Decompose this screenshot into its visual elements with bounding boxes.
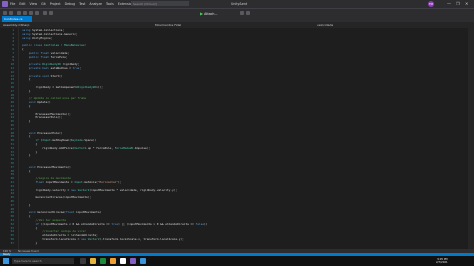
project-dropdown[interactable]: Assembly-CSharp bbox=[3, 23, 29, 27]
menu-debug[interactable]: Debug bbox=[65, 2, 75, 6]
redo-icon[interactable] bbox=[49, 11, 53, 15]
line-number: 57 bbox=[10, 240, 14, 245]
menu-test[interactable]: Test bbox=[79, 2, 85, 6]
task-view-icon[interactable] bbox=[80, 258, 86, 264]
spotify-icon[interactable] bbox=[100, 258, 106, 264]
code-text[interactable]: } bbox=[22, 241, 37, 246]
title-bar: File Edit View Git Project Debug Test An… bbox=[0, 0, 474, 8]
attach-label: Attach... bbox=[204, 11, 218, 16]
attach-button[interactable]: ▶ Attach... bbox=[200, 11, 217, 16]
tab-label: Controles.cs bbox=[4, 17, 23, 21]
open-folder-icon[interactable] bbox=[23, 11, 27, 15]
toolbar-extra-icon-2[interactable] bbox=[246, 11, 250, 15]
avatar[interactable]: FM bbox=[428, 1, 434, 7]
toolbar: ▶ Attach... bbox=[0, 8, 474, 16]
app-icon[interactable] bbox=[140, 258, 146, 264]
file-explorer-icon[interactable] bbox=[90, 258, 96, 264]
save-icon[interactable] bbox=[29, 11, 33, 15]
visual-studio-taskbar-icon[interactable] bbox=[130, 258, 136, 264]
system-clock[interactable]: 9:05 PM 2/7/2021 bbox=[436, 258, 448, 264]
code-editor[interactable]: 1 using System.Collections; 2 using System.… bbox=[0, 28, 474, 249]
menu-tools[interactable]: Tools bbox=[106, 2, 114, 6]
taskbar-search-placeholder: Type here to search bbox=[14, 259, 42, 263]
back-icon[interactable] bbox=[3, 11, 7, 15]
taskbar: Type here to search 9:05 PM 2/7/2021 bbox=[0, 256, 474, 266]
forward-icon[interactable] bbox=[9, 11, 13, 15]
close-button[interactable]: ✕ bbox=[465, 1, 468, 6]
clock-date: 2/7/2021 bbox=[436, 260, 448, 264]
menu-edit[interactable]: Edit bbox=[19, 2, 25, 6]
code-line[interactable]: 57 } bbox=[0, 240, 474, 246]
play-icon: ▶ bbox=[200, 10, 204, 16]
toolbar-extra-icon[interactable] bbox=[240, 11, 244, 15]
menu-git[interactable]: Git bbox=[41, 2, 46, 6]
chrome-icon[interactable] bbox=[110, 258, 116, 264]
menu-analyze[interactable]: Analyze bbox=[89, 2, 102, 6]
undo-icon[interactable] bbox=[43, 11, 47, 15]
class-dropdown[interactable]: Movimentos Fidel bbox=[155, 23, 181, 27]
menu-file[interactable]: File bbox=[10, 2, 15, 6]
maximize-button[interactable]: ❐ bbox=[456, 1, 460, 6]
visual-studio-logo-icon bbox=[2, 1, 8, 7]
menu-project[interactable]: Project bbox=[50, 2, 61, 6]
windows-start-icon[interactable] bbox=[3, 258, 9, 264]
menu-view[interactable]: View bbox=[30, 2, 38, 6]
unity-icon[interactable] bbox=[120, 258, 126, 264]
save-all-icon[interactable] bbox=[35, 11, 39, 15]
new-file-icon[interactable] bbox=[17, 11, 21, 15]
taskbar-search-input[interactable]: Type here to search bbox=[12, 258, 74, 264]
minimize-button[interactable]: — bbox=[447, 1, 451, 6]
search-placeholder: Search (Ctrl+Q) bbox=[133, 1, 157, 6]
window-title: Unity&ent bbox=[231, 1, 248, 6]
search-input[interactable]: Search (Ctrl+Q) bbox=[131, 1, 189, 6]
member-dropdown[interactable]: velocidade bbox=[317, 23, 333, 27]
